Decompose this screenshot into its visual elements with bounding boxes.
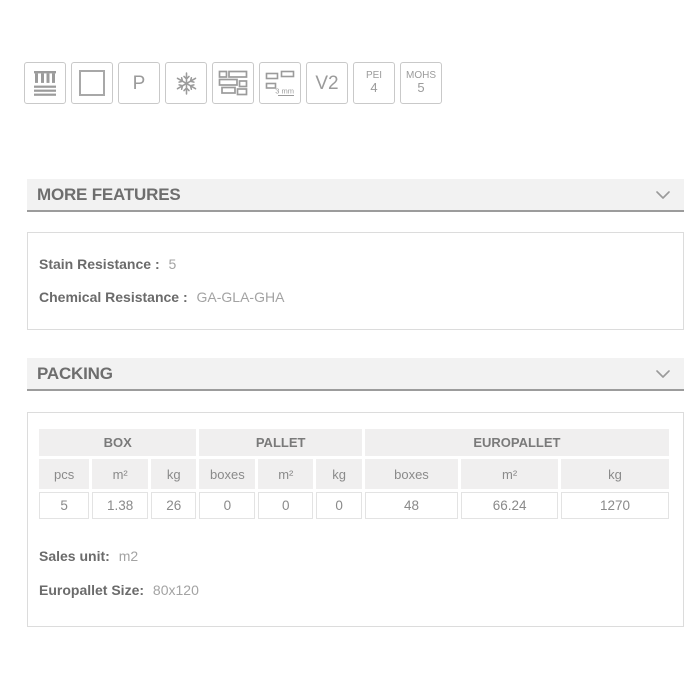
pei-4-icon: PEI 4: [353, 62, 395, 104]
group-header-pallet: PALLET: [199, 429, 361, 456]
stain-resistance-label: Stain Resistance :: [39, 256, 160, 272]
chemical-resistance-value: GA-GLA-GHA: [197, 289, 285, 305]
column-header: m²: [461, 459, 558, 489]
column-header: m²: [92, 459, 148, 489]
column-header: kg: [316, 459, 361, 489]
packing-panel: BOX PALLET EUROPALLET pcs m² kg boxes m²…: [27, 412, 684, 627]
table-cell: 5: [39, 492, 89, 519]
table-cell: 0: [199, 492, 255, 519]
frost-resistant-icon: [165, 62, 207, 104]
sales-unit-row: Sales unit: m2: [39, 546, 672, 566]
sales-unit-value: m2: [119, 548, 138, 564]
table-cell: 0: [258, 492, 313, 519]
table-cell: 26: [151, 492, 196, 519]
more-features-panel: Stain Resistance : 5 Chemical Resistance…: [27, 232, 684, 330]
mohs-icon-value: 5: [417, 81, 424, 95]
packing-table: BOX PALLET EUROPALLET pcs m² kg boxes m²…: [36, 426, 672, 522]
pei-icon-value: 4: [370, 81, 377, 95]
chevron-down-icon[interactable]: [656, 370, 670, 378]
table-cell: 48: [365, 492, 458, 519]
more-features-title: MORE FEATURES: [37, 185, 180, 205]
column-header: pcs: [39, 459, 89, 489]
thickness-3mm-icon: 3 mm: [259, 62, 301, 104]
modular-pattern-icon: [212, 62, 254, 104]
p-icon: P: [118, 62, 160, 104]
group-header-box: BOX: [39, 429, 196, 456]
table-cell: 1270: [561, 492, 669, 519]
product-detail-page: P: [0, 0, 700, 700]
europallet-size-label: Europallet Size:: [39, 582, 144, 598]
europallet-size-row: Europallet Size: 80x120: [39, 580, 672, 600]
column-header: boxes: [365, 459, 458, 489]
europallet-size-value: 80x120: [153, 582, 199, 598]
column-header: kg: [151, 459, 196, 489]
chemical-resistance-row: Chemical Resistance : GA-GLA-GHA: [39, 287, 671, 307]
table-subheader-row: pcs m² kg boxes m² kg boxes m² kg: [39, 459, 669, 489]
more-features-accordion-header[interactable]: MORE FEATURES: [27, 179, 684, 212]
feature-badges-row: P: [24, 62, 442, 104]
packing-accordion-header[interactable]: PACKING: [27, 358, 684, 391]
table-cell: 66.24: [461, 492, 558, 519]
table-cell: 0: [316, 492, 361, 519]
stain-resistance-row: Stain Resistance : 5: [39, 254, 671, 274]
chevron-down-icon[interactable]: [656, 191, 670, 199]
group-header-europallet: EUROPALLET: [365, 429, 669, 456]
wall-covering-icon: [24, 62, 66, 104]
table-row: 5 1.38 26 0 0 0 48 66.24 1270: [39, 492, 669, 519]
column-header: boxes: [199, 459, 255, 489]
mohs-5-icon: MOHS 5: [400, 62, 442, 104]
table-group-header-row: BOX PALLET EUROPALLET: [39, 429, 669, 456]
thickness-3mm-label: 3 mm: [275, 87, 294, 96]
sales-unit-label: Sales unit:: [39, 548, 110, 564]
packing-notes: Sales unit: m2 Europallet Size: 80x120: [36, 546, 672, 600]
column-header: m²: [258, 459, 313, 489]
column-header: kg: [561, 459, 669, 489]
shade-variation-v2-icon: V2: [306, 62, 348, 104]
p-icon-label: P: [133, 74, 146, 93]
rectified-edge-icon: [71, 62, 113, 104]
table-cell: 1.38: [92, 492, 148, 519]
chemical-resistance-label: Chemical Resistance :: [39, 289, 188, 305]
stain-resistance-value: 5: [169, 256, 177, 272]
packing-title: PACKING: [37, 364, 113, 384]
v2-icon-label: V2: [315, 74, 338, 93]
